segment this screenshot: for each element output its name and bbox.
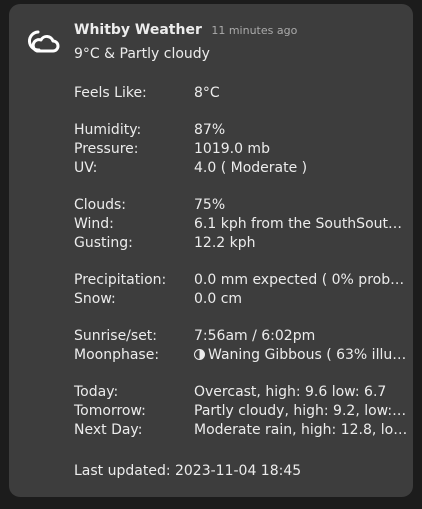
moonphase-row: Moonphase: Waning Gibbous ( 63% illu…	[74, 346, 409, 365]
update-age: 11 minutes ago	[211, 24, 298, 37]
precipitation-value: 0.0 mm expected ( 0% probab…	[194, 272, 409, 288]
next-day-label: Next Day:	[74, 422, 143, 438]
wind-value: 6.1 kph from the SouthSouthW…	[194, 216, 409, 232]
precipitation-label: Precipitation:	[74, 272, 167, 288]
uv-row: UV: 4.0 ( Moderate )	[74, 159, 409, 178]
gusting-label: Gusting:	[74, 235, 133, 251]
tomorrow-value: Partly cloudy, high: 9.2, low: 1.9	[194, 403, 409, 419]
feels-like-label: Feels Like:	[74, 85, 147, 101]
partly-cloudy-icon	[28, 30, 60, 53]
humidity-label: Humidity:	[74, 122, 142, 138]
precipitation-row: Precipitation: 0.0 mm expected ( 0% prob…	[74, 271, 409, 290]
pressure-row: Pressure: 1019.0 mb	[74, 140, 409, 159]
uv-label: UV:	[74, 160, 98, 176]
feels-like-row: Feels Like: 8°C	[74, 84, 409, 103]
weather-card: Whitby Weather 11 minutes ago 9°C & Part…	[9, 4, 413, 497]
next-day-row: Next Day: Moderate rain, high: 12.8, low…	[74, 421, 409, 440]
pressure-label: Pressure:	[74, 141, 139, 157]
tomorrow-label: Tomorrow:	[74, 403, 146, 419]
snow-row: Snow: 0.0 cm	[74, 290, 409, 309]
snow-value: 0.0 cm	[194, 291, 243, 307]
title-line: Whitby Weather 11 minutes ago	[74, 22, 297, 38]
tomorrow-row: Tomorrow: Partly cloudy, high: 9.2, low:…	[74, 402, 409, 421]
wind-label: Wind:	[74, 216, 114, 232]
location-title: Whitby Weather	[74, 22, 202, 38]
next-day-value: Moderate rain, high: 12.8, low:…	[194, 422, 409, 438]
moonphase-value-wrap: Waning Gibbous ( 63% illu…	[194, 346, 409, 365]
today-row: Today: Overcast, high: 9.6 low: 6.7	[74, 383, 409, 402]
moonphase-value: Waning Gibbous ( 63% illu…	[208, 347, 407, 363]
clouds-value: 75%	[194, 197, 226, 213]
moonphase-label: Moonphase:	[74, 347, 160, 363]
snow-label: Snow:	[74, 291, 116, 307]
waning-gibbous-moon-icon	[194, 349, 205, 360]
sunrise-sunset-row: Sunrise/set: 7:56am / 6:02pm	[74, 327, 409, 346]
clouds-label: Clouds:	[74, 197, 127, 213]
humidity-value: 87%	[194, 122, 226, 138]
last-updated: Last updated: 2023-11-04 18:45	[74, 463, 302, 479]
clouds-row: Clouds: 75%	[74, 196, 409, 215]
humidity-row: Humidity: 87%	[74, 121, 409, 140]
current-summary: 9°C & Partly cloudy	[74, 46, 210, 62]
gusting-row: Gusting: 12.2 kph	[74, 234, 409, 253]
sunrise-sunset-value: 7:56am / 6:02pm	[194, 328, 316, 344]
uv-value: 4.0 ( Moderate )	[194, 160, 308, 176]
gusting-value: 12.2 kph	[194, 235, 256, 251]
sunrise-sunset-label: Sunrise/set:	[74, 328, 158, 344]
pressure-value: 1019.0 mb	[194, 141, 270, 157]
today-value: Overcast, high: 9.6 low: 6.7	[194, 384, 387, 400]
wind-row: Wind: 6.1 kph from the SouthSouthW…	[74, 215, 409, 234]
feels-like-value: 8°C	[194, 85, 220, 101]
details-list: Feels Like: 8°C Humidity: 87% Pressure: …	[74, 84, 409, 440]
today-label: Today:	[74, 384, 119, 400]
